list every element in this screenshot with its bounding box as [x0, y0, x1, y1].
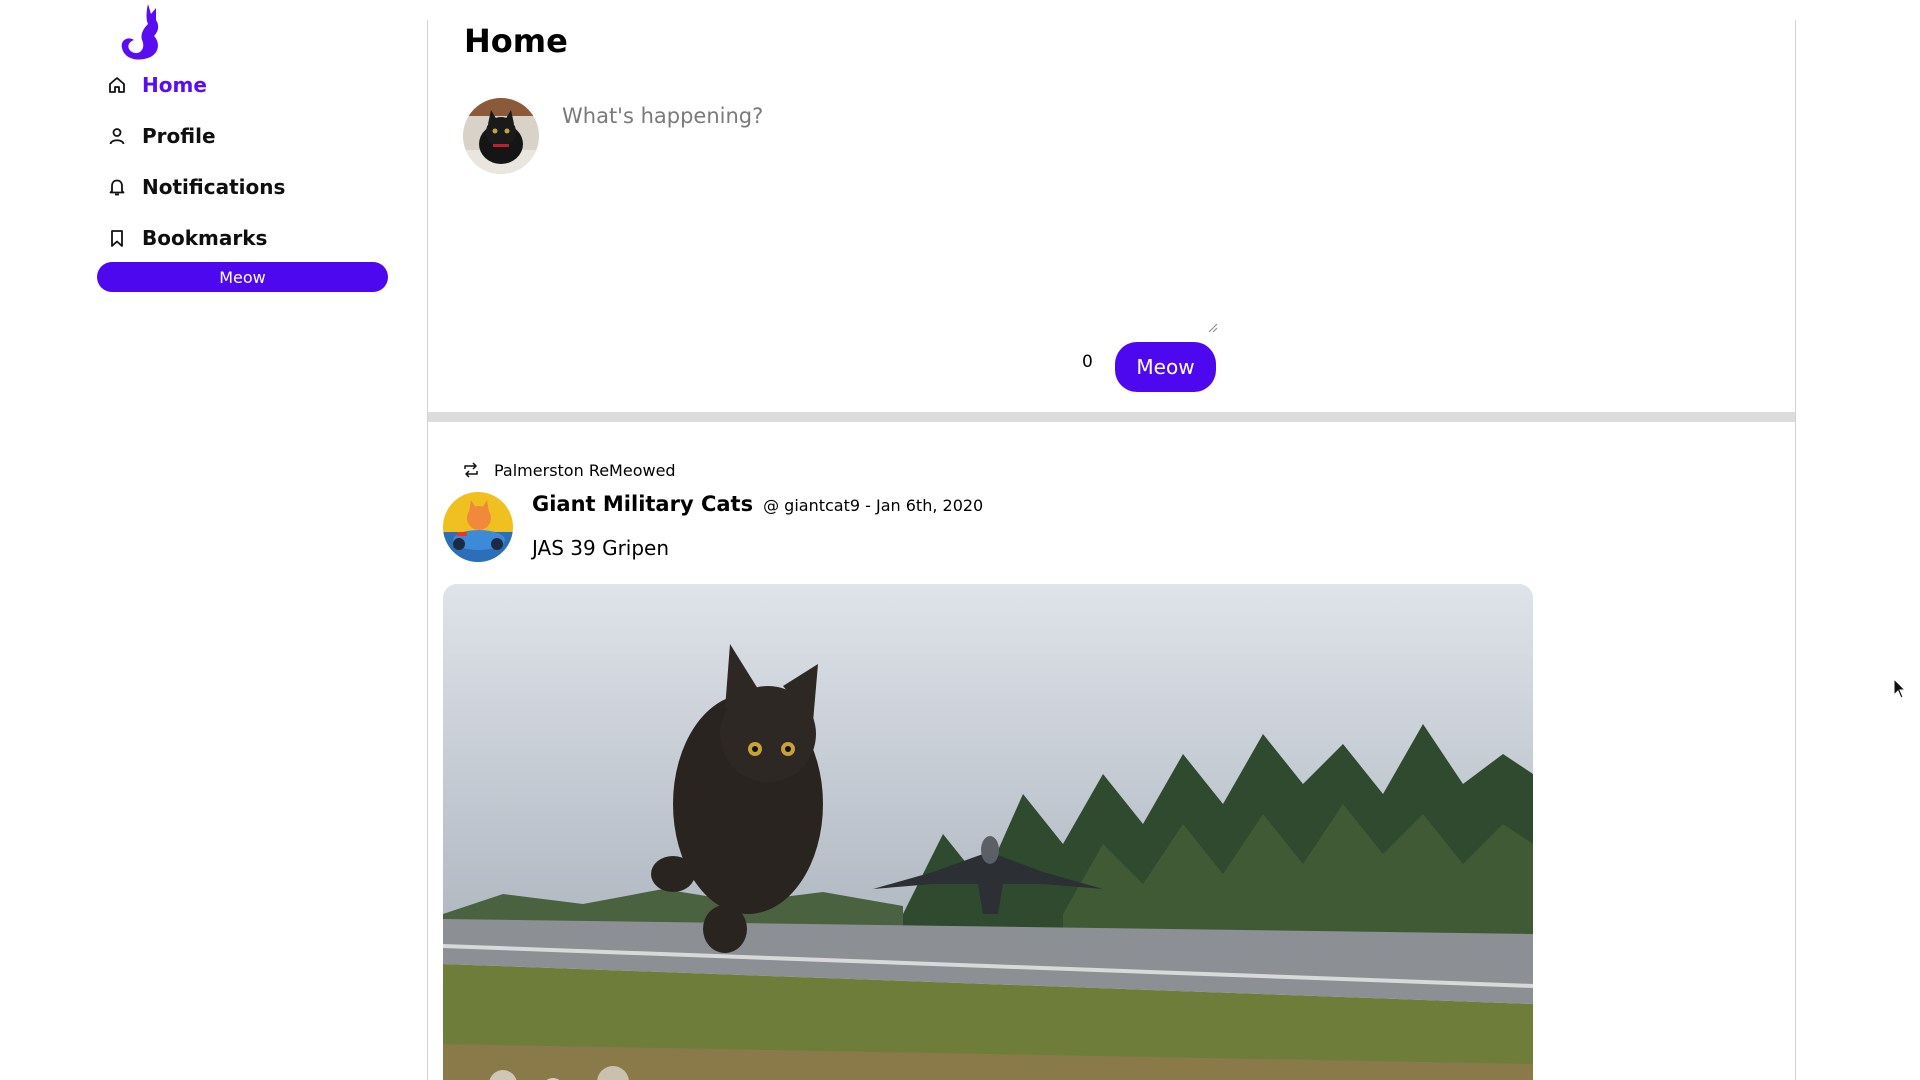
bookmark-icon — [106, 227, 128, 249]
nav-item-label: Home — [142, 73, 207, 97]
section-divider — [428, 412, 1795, 422]
cat-logo-icon[interactable] — [118, 2, 164, 60]
post-image[interactable] — [443, 584, 1533, 1080]
remeow-indicator: Palmerston ReMeowed — [462, 460, 676, 480]
user-icon — [106, 125, 128, 147]
page-title: Home — [464, 22, 568, 60]
mouse-cursor-icon — [1893, 677, 1907, 700]
bell-icon — [106, 176, 128, 198]
remeow-icon — [462, 460, 482, 480]
resize-handle-icon[interactable] — [1206, 318, 1218, 333]
char-count: 0 — [1082, 352, 1093, 372]
remeow-label: Palmerston ReMeowed — [494, 460, 676, 480]
nav-item-label: Bookmarks — [142, 226, 268, 250]
nav-item-profile[interactable]: Profile — [106, 119, 216, 153]
post-author-name[interactable]: Giant Military Cats — [532, 492, 753, 516]
nav-item-bookmarks[interactable]: Bookmarks — [106, 221, 267, 255]
post-header: Giant Military Cats @ giantcat9 - Jan 6t… — [532, 492, 983, 516]
compose-meow-button[interactable]: Meow — [1115, 342, 1216, 392]
sidebar-meow-button[interactable]: Meow — [97, 262, 388, 292]
sidebar: Home Profile Notifications Bookmarks Meo… — [0, 0, 428, 1080]
main-column: Home 0 Meow Palmerston ReMeowed — [427, 20, 1796, 1080]
home-icon — [106, 74, 128, 96]
post-author-avatar[interactable] — [443, 492, 513, 562]
nav-item-home[interactable]: Home — [106, 68, 207, 102]
nav-item-label: Notifications — [142, 175, 286, 199]
composer-avatar[interactable] — [463, 98, 539, 174]
post-author-meta: @ giantcat9 - Jan 6th, 2020 — [763, 496, 984, 515]
nav-item-notifications[interactable]: Notifications — [106, 170, 285, 204]
post-text: JAS 39 Gripen — [532, 536, 670, 560]
compose-input[interactable] — [556, 98, 1144, 330]
nav-item-label: Profile — [142, 124, 216, 148]
